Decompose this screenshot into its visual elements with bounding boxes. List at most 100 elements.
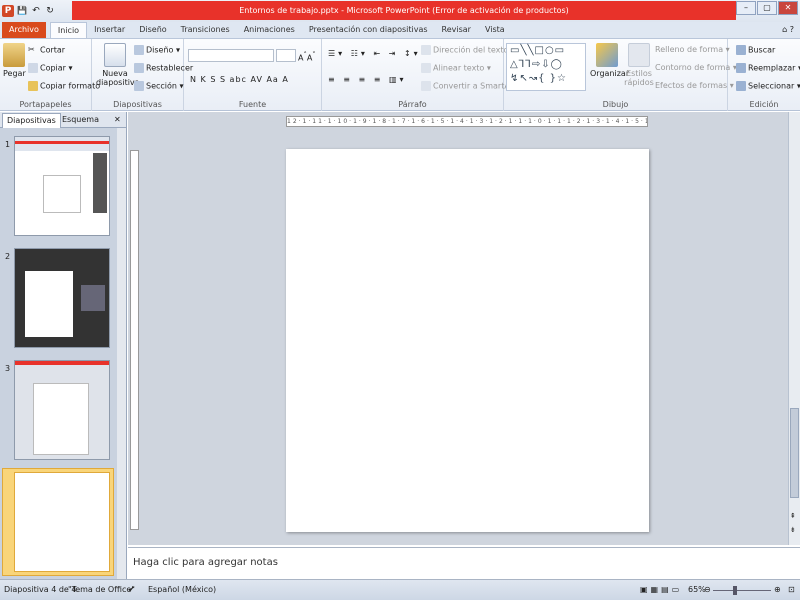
font-name-combo[interactable] — [188, 49, 274, 62]
prev-slide-icon[interactable]: ⇞ — [790, 512, 796, 520]
thumbnail-slide — [43, 175, 81, 213]
find-button[interactable]: Buscar — [736, 45, 775, 56]
slide-thumbnail-3[interactable] — [14, 360, 110, 460]
tab-archivo[interactable]: Archivo — [2, 22, 46, 38]
tab-diapositivas[interactable]: Diapositivas — [2, 113, 61, 128]
status-bar: Diapositiva 4 de 4 "Tema de Office" ✔ Es… — [0, 579, 800, 600]
cut-label: Cortar — [40, 45, 66, 55]
diapositivas-label: Diapositivas — [113, 100, 162, 109]
layout-label: Diseño — [146, 45, 174, 55]
zoom-out-icon[interactable]: ⊖ — [704, 580, 711, 600]
slide-thumbnail-1[interactable] — [14, 136, 110, 236]
ribbon-tabs: Archivo Inicio Insertar Diseño Transicio… — [0, 22, 800, 39]
tab-revisar[interactable]: Revisar — [435, 22, 478, 38]
format-painter-button[interactable]: Copiar formato — [28, 81, 100, 92]
tab-transiciones[interactable]: Transiciones — [174, 22, 237, 38]
thumbnail-title-strip — [15, 141, 109, 144]
thumbnail-number: 1 — [5, 140, 11, 149]
quick-access-toolbar: P 💾 ↶ ↻ — [0, 0, 56, 22]
window-controls: – ▢ ✕ — [736, 1, 798, 15]
quick-styles-icon — [628, 43, 650, 67]
horizontal-ruler: 12·1·11·1·10·1·9·1·8·1·7·1·6·1·5·1·4·1·3… — [286, 116, 648, 127]
font-format-buttons[interactable]: N K S S abc AV Aa A — [190, 75, 289, 85]
notes-pane[interactable]: Haga clic para agregar notas — [128, 547, 800, 579]
vertical-ruler — [130, 150, 139, 530]
view-buttons[interactable]: ▣▦▤▭ — [640, 580, 682, 600]
arrange-button[interactable]: Organizar — [590, 43, 629, 78]
section-button[interactable]: Sección ▾ — [134, 81, 184, 92]
slide-thumbnail-4[interactable] — [14, 472, 110, 572]
title-bar: P 💾 ↶ ↻ Entornos de trabajo.pptx - Micro… — [0, 0, 800, 22]
powerpoint-app-icon[interactable]: P — [2, 5, 14, 17]
replace-label: Reemplazar — [748, 63, 796, 73]
shape-outline-button[interactable]: Contorno de forma ▾ — [655, 63, 737, 73]
thumbnail-side-panel — [81, 285, 105, 311]
paste-label: Pegar — [3, 69, 26, 78]
portapapeles-label: Portapapeles — [19, 100, 72, 109]
layout-button[interactable]: Diseño ▾ — [134, 45, 180, 56]
window-title: Entornos de trabajo.pptx - Microsoft Pow… — [72, 1, 736, 20]
next-slide-icon[interactable]: ⇟ — [790, 526, 796, 534]
paste-button[interactable]: Pegar — [3, 43, 26, 78]
align-text-button[interactable]: Alinear texto ▾ — [421, 63, 491, 74]
redo-icon[interactable]: ↻ — [44, 5, 56, 17]
fit-to-window-icon[interactable]: ⊡ — [788, 580, 795, 600]
tab-insertar[interactable]: Insertar — [87, 22, 132, 38]
thumbnail-number: 2 — [5, 252, 11, 261]
save-icon[interactable]: 💾 — [16, 5, 28, 17]
slide-counter: Diapositiva 4 de 4 — [4, 585, 77, 594]
select-label: Seleccionar — [748, 81, 795, 91]
slides-pane: Diapositivas Esquema ✕ 1 2 3 4 — [0, 112, 127, 579]
slide-thumbnail-2[interactable] — [14, 248, 110, 348]
shape-effects-label: Efectos de formas — [655, 81, 728, 90]
cut-button[interactable]: ✂ Cortar — [28, 45, 65, 56]
undo-icon[interactable]: ↶ — [30, 5, 42, 17]
font-size-combo[interactable] — [276, 49, 296, 62]
minimize-button[interactable]: – — [736, 1, 756, 15]
tab-animaciones[interactable]: Animaciones — [237, 22, 302, 38]
copy-button[interactable]: Copiar ▾ — [28, 63, 73, 74]
new-slide-button[interactable]: Nueva diapositiva — [96, 43, 140, 87]
tab-vista[interactable]: Vista — [478, 22, 512, 38]
editor-vertical-scrollbar[interactable]: ⇞ ⇟ — [788, 112, 800, 545]
text-direction-label: Dirección del texto — [433, 45, 509, 55]
alignment-buttons[interactable]: ≡ ≡ ≡ ≡ ▥▾ — [328, 75, 407, 85]
dibujo-label: Dibujo — [602, 100, 629, 109]
tab-presentacion[interactable]: Presentación con diapositivas — [302, 22, 435, 38]
copy-label: Copiar — [40, 63, 66, 73]
fuente-label: Fuente — [238, 100, 267, 109]
list-buttons[interactable]: ☰▾ ☷▾ ⇤ ⇥ ↕▾ — [328, 49, 421, 59]
zoom-slider[interactable] — [713, 590, 771, 591]
align-text-label: Alinear texto — [433, 63, 485, 73]
shapes-gallery[interactable]: ▭╲╲□○▭ △⅂⅂⇨⇩◯ ↯↖↝{ }☆ — [506, 43, 586, 91]
tab-inicio[interactable]: Inicio — [49, 22, 88, 38]
shape-effects-button[interactable]: Efectos de formas ▾ — [655, 81, 734, 91]
restore-button[interactable]: ▢ — [757, 1, 777, 15]
close-icon[interactable]: ✕ — [110, 113, 125, 128]
spellcheck-icon[interactable]: ✔ — [128, 580, 135, 600]
quick-styles-button[interactable]: Estilos rápidos — [622, 43, 656, 87]
zoom-in-icon[interactable]: ⊕ — [774, 580, 781, 600]
select-button[interactable]: Seleccionar ▾ — [736, 81, 800, 92]
scrollbar-thumb[interactable] — [790, 408, 799, 498]
parrafo-label: Párrafo — [398, 100, 427, 109]
language[interactable]: Español (México) — [148, 580, 216, 600]
thumbnail-ribbon — [15, 137, 109, 151]
clipboard-icon — [3, 43, 25, 67]
tab-diseno[interactable]: Diseño — [132, 22, 173, 38]
text-direction-button[interactable]: Dirección del texto ▾ — [421, 45, 515, 56]
ribbon: Pegar ✂ Cortar Copiar ▾ Copiar formato Po… — [0, 39, 800, 111]
help-icon[interactable]: ⌂ ? — [782, 22, 800, 38]
replace-button[interactable]: Reemplazar ▾ — [736, 63, 800, 74]
font-grow-shrink-icons[interactable]: A˄A˅ — [298, 50, 316, 64]
shape-fill-button[interactable]: Relleno de forma ▾ — [655, 45, 730, 55]
current-slide[interactable] — [286, 149, 649, 532]
thumbnail-slide — [33, 383, 89, 455]
shape-fill-label: Relleno de forma — [655, 45, 724, 54]
zoom-slider-thumb[interactable] — [733, 586, 737, 595]
tab-esquema[interactable]: Esquema — [58, 113, 103, 128]
close-button[interactable]: ✕ — [778, 1, 798, 15]
slides-pane-scrollbar[interactable] — [117, 128, 126, 579]
thumbnail-title-strip — [15, 361, 109, 365]
group-fuente: A˄A˅ N K S S abc AV Aa A Fuente — [184, 39, 322, 111]
